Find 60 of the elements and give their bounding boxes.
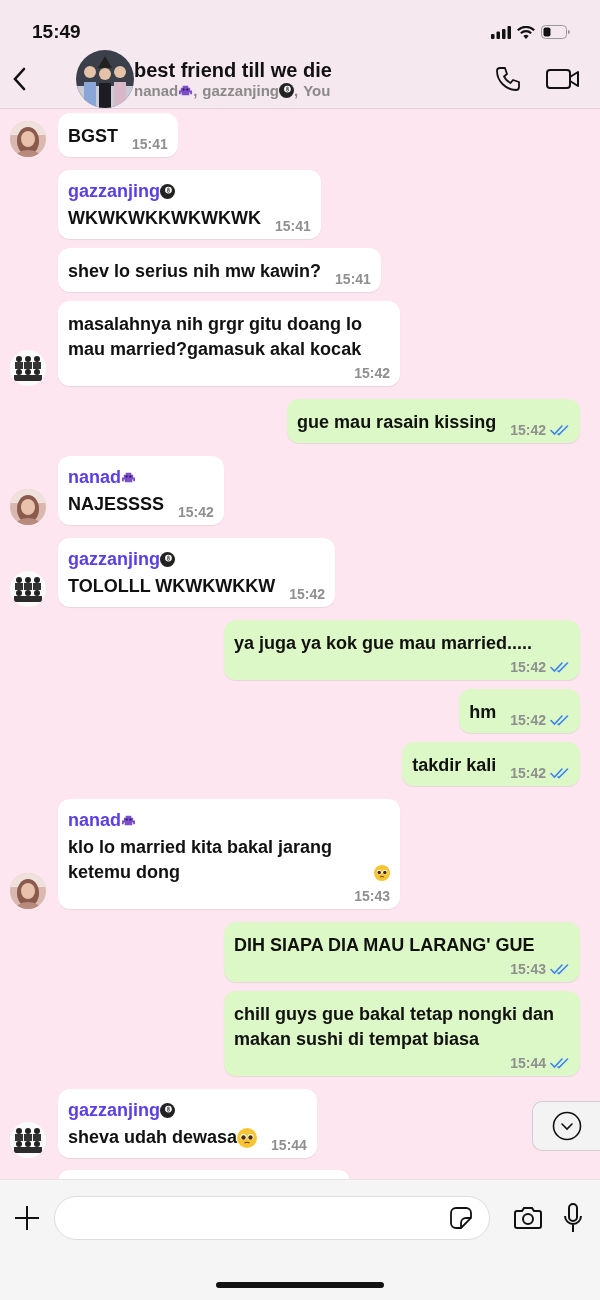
message-time: 15:42 bbox=[510, 659, 546, 675]
ball-icon bbox=[279, 83, 295, 98]
message-time: 15:42 bbox=[510, 422, 546, 438]
message-time: 15:42 bbox=[354, 365, 390, 381]
message-time: 15:44 bbox=[271, 1137, 307, 1153]
sticker-icon[interactable] bbox=[449, 1206, 473, 1230]
ball-icon bbox=[160, 184, 175, 199]
sender-name: nanad bbox=[68, 810, 121, 831]
message-text: chill guys gue bakal tetap nongki dan makan sushi di tempat biasa bbox=[234, 1003, 556, 1051]
message-time: 15:41 bbox=[335, 271, 371, 287]
scroll-down-button[interactable] bbox=[532, 1101, 600, 1151]
separator: , bbox=[294, 82, 299, 99]
message-time: 15:44 bbox=[510, 1055, 546, 1071]
video-call-icon[interactable] bbox=[546, 67, 580, 91]
ball-icon bbox=[160, 1103, 175, 1118]
microphone-icon[interactable] bbox=[564, 1203, 582, 1233]
message-text: TOLOLLL WKWKWKKW bbox=[68, 575, 276, 598]
chevron-down-icon bbox=[551, 1111, 582, 1141]
message-time: 15:43 bbox=[510, 961, 546, 977]
message-text: BGST bbox=[68, 125, 118, 148]
message-time: 15:41 bbox=[132, 136, 168, 152]
message-time: 15:42 bbox=[289, 586, 326, 602]
alien-icon bbox=[121, 470, 136, 485]
sender-name: gazzanjing bbox=[68, 181, 160, 202]
wifi-icon bbox=[517, 25, 535, 39]
battery-icon bbox=[541, 25, 570, 39]
status-time: 15:49 bbox=[32, 21, 81, 43]
message-time: 15:41 bbox=[274, 218, 311, 234]
message-text: ya juga ya kok gue mau married..... bbox=[234, 632, 533, 655]
ball-icon bbox=[160, 552, 175, 567]
message-text: masalahnya nih grgr gitu doang lo mau married?gamasuk akal kocak bbox=[68, 313, 364, 361]
message-text: shev lo serius nih mw kawin? bbox=[68, 260, 322, 283]
alien-icon bbox=[178, 83, 194, 98]
message-text: NAJESSSS bbox=[68, 493, 165, 516]
message-text: sheva udah dewasa bbox=[68, 1126, 238, 1149]
chat-title: best friend till we die bbox=[134, 59, 333, 82]
sender-name: nanad bbox=[68, 467, 121, 488]
message-time: 15:42 bbox=[510, 712, 546, 728]
message-text: hm bbox=[469, 701, 497, 724]
alien-icon bbox=[121, 813, 136, 828]
plus-icon[interactable] bbox=[14, 1205, 40, 1231]
camera-icon[interactable] bbox=[514, 1206, 542, 1230]
member-name: You bbox=[303, 82, 331, 99]
message-time: 15:42 bbox=[178, 504, 214, 520]
message-text: DIH SIAPA DIA MAU LARANG' GUE bbox=[234, 934, 535, 957]
member-name: nanad bbox=[134, 82, 179, 99]
signal-icon bbox=[491, 25, 511, 39]
message-text: WKWKWKKWKWKWK bbox=[68, 207, 261, 230]
phone-icon[interactable] bbox=[494, 65, 522, 93]
separator: , bbox=[193, 82, 198, 99]
message-text: takdir kali bbox=[412, 754, 497, 777]
message-text: klo lo married kita bakal jarang ketemu dong bbox=[68, 836, 334, 884]
back-icon[interactable] bbox=[12, 67, 26, 91]
member-name: gazzanjing bbox=[202, 82, 280, 99]
sender-name: gazzanjing bbox=[68, 1100, 160, 1121]
message-input-field[interactable] bbox=[54, 1196, 490, 1240]
message-text: gue mau rasain kissing bbox=[297, 411, 497, 434]
sender-name: gazzanjing bbox=[68, 549, 160, 570]
message-time: 15:43 bbox=[354, 888, 390, 904]
message-time: 15:42 bbox=[510, 765, 546, 781]
